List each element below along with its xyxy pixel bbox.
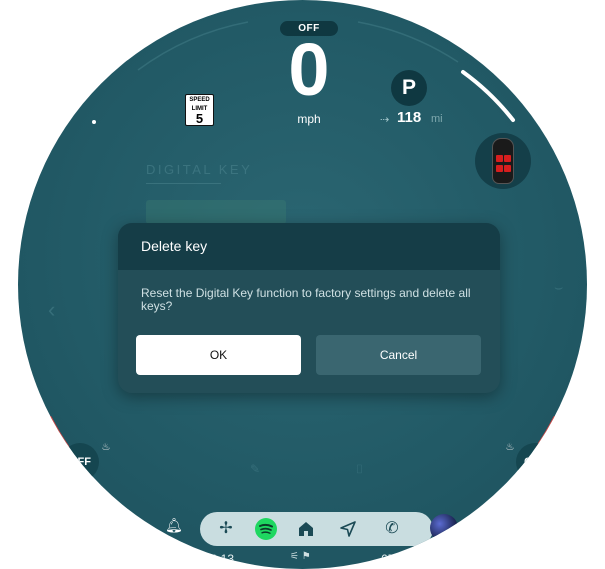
speed-limit-sign: SPEED LIMIT 5	[185, 94, 214, 126]
background-edit-icon: ✎	[250, 462, 261, 476]
right-seat-heat-button[interactable]: OFF	[516, 443, 554, 481]
outside-temperature: 65 °F	[381, 552, 410, 566]
profile-avatar[interactable]	[430, 514, 458, 542]
left-cool-arc	[82, 478, 115, 510]
range-unit: mi	[431, 113, 443, 125]
cancel-button[interactable]: Cancel	[316, 335, 481, 375]
power-arc	[461, 70, 515, 122]
background-menu-title: DIGITAL KEY	[146, 162, 253, 177]
range-icon: ⇢	[380, 114, 390, 126]
indicator-dot	[92, 120, 96, 124]
background-info-icon: ⌷	[356, 462, 364, 476]
back-arrow-icon[interactable]: ‹	[48, 297, 55, 323]
left-heat-arc	[48, 416, 70, 450]
park-indicator: P	[391, 70, 427, 106]
car-top-view-icon	[492, 138, 514, 184]
speed-limit-label-1: SPEED	[189, 97, 210, 103]
right-cool-arc	[490, 478, 523, 510]
notification-bell-icon[interactable]: 🔔︎	[165, 517, 183, 534]
app-dock: ✢ ✆	[200, 512, 433, 546]
clock: 10:13	[204, 552, 235, 566]
left-seat-heat-icon: ♨	[101, 442, 111, 453]
home-icon[interactable]	[294, 517, 318, 541]
background-title-underline	[146, 183, 221, 184]
dialog-message: Reset the Digital Key function to factor…	[141, 286, 471, 313]
dialog-title: Delete key	[141, 238, 208, 254]
fan-icon[interactable]: ✢	[214, 517, 238, 541]
range-value: 118	[397, 109, 422, 126]
ok-button[interactable]: OK	[136, 335, 301, 375]
background-field	[146, 200, 286, 224]
spotify-icon[interactable]	[255, 518, 277, 540]
speed-readout: 0	[288, 28, 330, 111]
right-seat-heat-icon: ♨	[505, 442, 515, 453]
speed-limit-value: 5	[195, 111, 204, 126]
phone-icon[interactable]: ✆	[380, 517, 404, 541]
navigation-icon[interactable]	[336, 517, 360, 541]
speed-unit: mph	[297, 112, 321, 126]
background-right-icon: ⌣	[554, 279, 564, 295]
left-seat-heat-button[interactable]: OFF	[61, 443, 99, 481]
connectivity-status-icons: ⚟ ⚑	[290, 551, 311, 562]
circular-display: OFF 0 mph SPEED LIMIT 5 P ⇢ 118 mi DIGIT…	[18, 0, 587, 569]
delete-key-dialog: Delete key Reset the Digital Key functio…	[118, 223, 500, 393]
